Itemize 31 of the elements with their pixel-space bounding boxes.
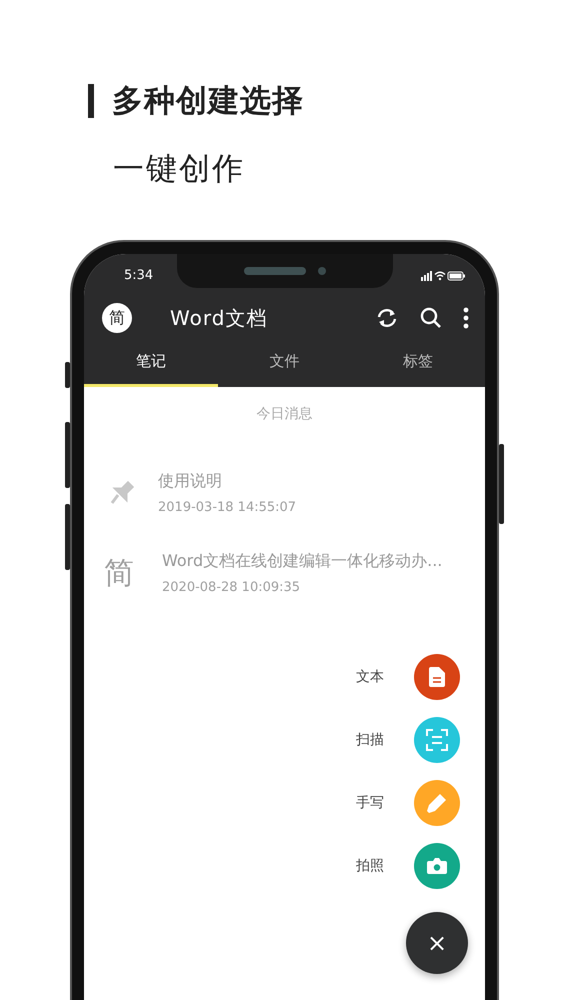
scan-icon (426, 729, 448, 751)
tab[interactable]: 文件 (218, 339, 352, 387)
app-title: Word文档 (170, 304, 268, 332)
camera-lens (318, 267, 326, 275)
accent-bar (88, 84, 94, 118)
status-icons (421, 270, 465, 280)
headline-title: 多种创建选择 (112, 82, 304, 121)
pen-icon (426, 792, 448, 814)
tab[interactable]: 标签 (351, 339, 485, 387)
search-icon[interactable] (419, 306, 443, 330)
speaker (244, 267, 306, 275)
close-button[interactable]: × (406, 912, 468, 974)
fab-label: 拍照 (356, 857, 384, 875)
headline-subtitle: 一键创作 (113, 150, 246, 189)
pin-icon (108, 479, 136, 507)
fab-option-button[interactable] (414, 843, 460, 889)
note-date: 2019-03-18 14:55:07 (158, 500, 296, 515)
camera-icon (427, 858, 447, 874)
fab-label: 手写 (356, 794, 384, 812)
note-date: 2020-08-28 10:09:35 (162, 580, 302, 595)
section-title: 今日消息 (256, 405, 314, 424)
more-icon[interactable] (463, 307, 469, 329)
tab[interactable]: 笔记 (84, 339, 218, 387)
status-time: 5:34 (124, 268, 154, 283)
fab-label: 文本 (356, 668, 384, 686)
fab-option-button[interactable] (414, 654, 460, 700)
document-icon (429, 667, 445, 687)
fab-label: 扫描 (356, 731, 384, 749)
sync-icon[interactable] (375, 306, 399, 330)
note-icon: 简 (104, 552, 140, 594)
app-logo[interactable]: 简 (102, 303, 132, 333)
